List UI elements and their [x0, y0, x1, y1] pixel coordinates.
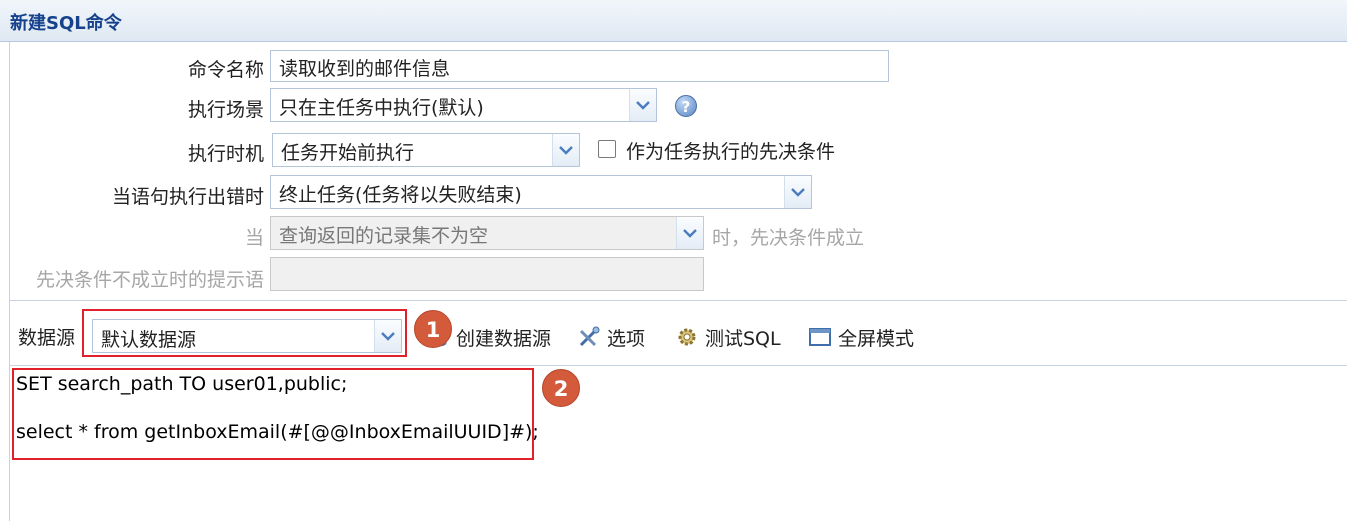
exec-scene-select[interactable]: 只在主任务中执行(默认)	[270, 88, 657, 122]
chevron-down-icon[interactable]	[784, 176, 811, 208]
fail-hint-input[interactable]	[270, 257, 704, 291]
when-label: 当	[244, 227, 264, 249]
datasource-label: 数据源	[18, 327, 76, 349]
test-sql-label: 测试SQL	[705, 327, 781, 350]
chevron-down-icon[interactable]	[629, 89, 656, 121]
create-datasource-label: 创建数据源	[456, 327, 552, 350]
fail-hint-label: 先决条件不成立时的提示语	[35, 269, 264, 291]
chevron-down-icon[interactable]	[552, 134, 579, 166]
when-value: 查询返回的记录集不为空	[279, 225, 489, 247]
when-suffix: 时，先决条件成立	[712, 227, 865, 249]
exec-timing-label: 执行时机	[187, 143, 264, 165]
exec-timing-value: 任务开始前执行	[281, 142, 415, 164]
help-icon[interactable]: ?	[675, 95, 697, 117]
options-button[interactable]: 选项	[577, 322, 645, 352]
annotation-badge-1: 1	[414, 310, 452, 348]
fullscreen-label: 全屏模式	[838, 327, 915, 350]
gear-icon	[675, 325, 699, 349]
code-line: SET search_path TO user01,public;	[16, 373, 348, 395]
window-titlebar: 新建SQL命令	[0, 0, 1347, 42]
window-icon	[808, 325, 832, 349]
exec-timing-select[interactable]: 任务开始前执行	[272, 133, 580, 167]
window-title: 新建SQL命令	[10, 13, 122, 34]
chevron-down-icon[interactable]	[374, 320, 401, 352]
exec-scene-value: 只在主任务中执行(默认)	[279, 97, 484, 119]
on-error-label: 当语句执行出错时	[111, 186, 264, 208]
exec-scene-label: 执行场景	[187, 99, 264, 121]
datasource-select[interactable]: 默认数据源	[92, 319, 402, 353]
test-sql-button[interactable]: 测试SQL	[675, 322, 781, 352]
precondition-checkbox[interactable]	[598, 140, 616, 158]
annotation-badge-2: 2	[542, 369, 580, 407]
fullscreen-button[interactable]: 全屏模式	[808, 322, 914, 352]
precondition-checkbox-label: 作为任务执行的先决条件	[626, 141, 836, 163]
when-select[interactable]: 查询返回的记录集不为空	[270, 216, 704, 250]
datasource-value: 默认数据源	[101, 329, 197, 351]
code-line: select * from getInboxEmail(#[@@InboxEma…	[16, 421, 539, 443]
command-name-input[interactable]: 读取收到的邮件信息	[270, 50, 889, 82]
on-error-select[interactable]: 终止任务(任务将以失败结束)	[270, 175, 812, 209]
tools-icon	[577, 325, 601, 349]
options-label: 选项	[607, 327, 646, 350]
chevron-down-icon[interactable]	[676, 217, 703, 249]
on-error-value: 终止任务(任务将以失败结束)	[279, 184, 522, 206]
command-name-label: 命令名称	[187, 59, 264, 81]
